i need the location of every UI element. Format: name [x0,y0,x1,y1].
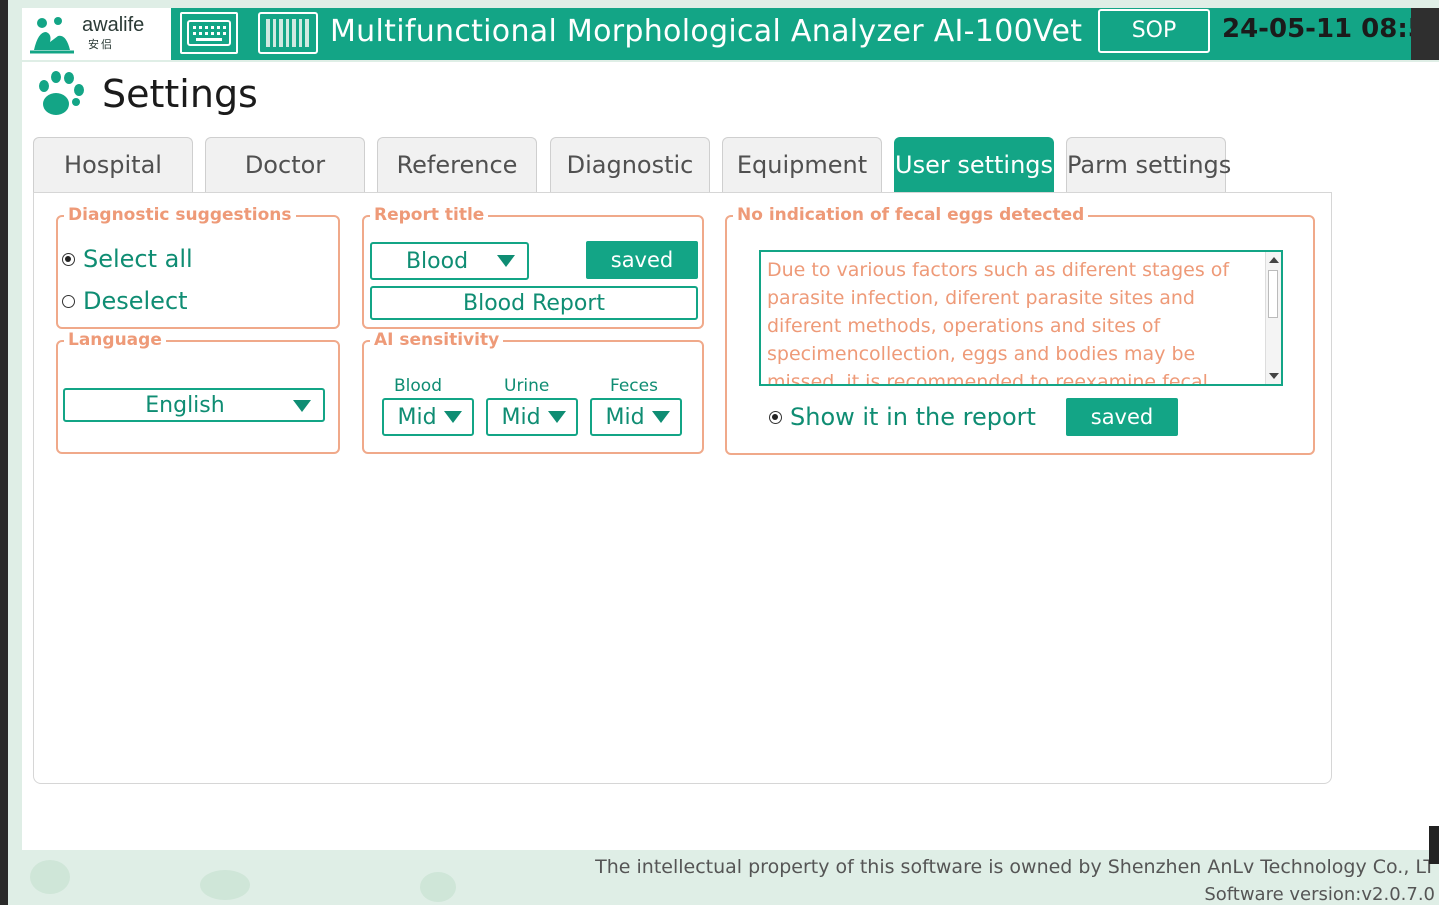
textarea-scrollbar[interactable] [1265,252,1281,384]
select-all-option[interactable]: Select all [62,245,193,273]
blood-sensitivity-label: Blood [394,376,442,396]
logo-text: awalife [82,14,145,36]
app-title: Multifunctional Morphological Analyzer A… [330,14,1083,49]
urine-sensitivity-label: Urine [504,376,550,396]
tab-reference[interactable]: Reference [377,137,537,192]
tab-doctor[interactable]: Doctor [205,137,365,192]
caret-down-icon [293,400,311,412]
background-paw [30,860,70,894]
awalife-logo-icon [30,17,74,54]
top-bar: awalife 安侣 Multifunctional Morphological… [22,8,1439,60]
select-all-label: Select all [83,245,193,273]
logo: awalife 安侣 [22,8,171,60]
show-in-report-option[interactable]: Show it in the report [769,403,1036,431]
ai-sensitivity-legend: AI sensitivity [370,330,504,350]
caret-down-icon [497,255,515,267]
language-select[interactable]: English [63,388,325,422]
paw-icon [39,71,84,115]
background-paw [200,870,250,900]
fecal-eggs-saved-button[interactable]: saved [1066,398,1178,436]
deselect-option[interactable]: Deselect [62,287,188,315]
tab-diagnostic[interactable]: Diagnostic [550,137,710,192]
tab-content: Diagnostic suggestions Select all Desele… [33,192,1332,784]
report-title-legend: Report title [370,205,489,225]
report-type-value: Blood [405,249,469,274]
show-in-report-radio[interactable] [769,410,782,424]
select-all-radio[interactable] [62,252,75,266]
main-panel: Settings Hospital Doctor Reference Diagn… [22,62,1439,850]
left-edge [0,0,8,905]
report-type-select[interactable]: Blood [370,242,529,280]
report-title-input[interactable]: Blood Report [370,286,698,320]
blood-sensitivity-select[interactable]: Mid [382,398,474,436]
diagnostic-suggestions-legend: Diagnostic suggestions [64,205,296,225]
report-title-group: Report title Blood saved Blood Report [362,205,704,329]
datetime: 24-05-11 08:57: [1222,14,1439,44]
caret-down-icon [444,411,462,423]
scroll-thumb[interactable] [1268,270,1278,318]
keyboard-button[interactable] [180,12,238,54]
barcode-button[interactable] [258,12,318,54]
feces-sensitivity-select[interactable]: Mid [590,398,682,436]
feces-sensitivity-label: Feces [610,376,658,396]
footer-version: Software version:v2.0.7.0 [1204,884,1435,905]
report-title-saved-button[interactable]: saved [586,241,698,279]
scroll-up-icon[interactable] [1269,257,1279,263]
background-paw [420,872,456,902]
tab-hospital[interactable]: Hospital [33,137,193,192]
urine-sensitivity-value: Mid [501,405,541,430]
language-value: English [145,393,225,418]
side-handle [1429,826,1439,864]
sop-button[interactable]: SOP [1098,9,1210,53]
ai-sensitivity-group: AI sensitivity Blood Mid Urine Mid Feces… [362,330,704,454]
caret-down-icon [652,411,670,423]
urine-sensitivity-select[interactable]: Mid [486,398,578,436]
show-in-report-label: Show it in the report [790,403,1036,431]
feces-sensitivity-value: Mid [605,405,645,430]
tab-equipment[interactable]: Equipment [722,137,882,192]
fecal-eggs-legend: No indication of fecal eggs detected [733,205,1089,225]
diagnostic-suggestions-group: Diagnostic suggestions Select all Desele… [56,205,340,329]
page-title: Settings [102,72,258,116]
footer-copyright: The intellectual property of this softwa… [595,856,1435,878]
fecal-eggs-group: No indication of fecal eggs detected Due… [725,205,1315,455]
keyboard-icon [187,20,231,46]
deselect-radio[interactable] [62,294,75,308]
caret-down-icon [548,411,566,423]
fecal-eggs-text: Due to various factors such as diferent … [767,259,1230,386]
tab-user-settings[interactable]: User settings [894,137,1054,192]
language-legend: Language [64,330,166,350]
scroll-down-icon[interactable] [1269,373,1279,379]
tab-parm-settings[interactable]: Parm settings [1066,137,1231,192]
fecal-eggs-textarea[interactable]: Due to various factors such as diferent … [759,250,1283,386]
blood-sensitivity-value: Mid [397,405,437,430]
deselect-label: Deselect [83,287,188,315]
window-corner [1411,8,1439,60]
language-group: Language English [56,330,340,454]
logo-subtext: 安侣 [88,38,114,51]
barcode-icon [266,19,309,47]
